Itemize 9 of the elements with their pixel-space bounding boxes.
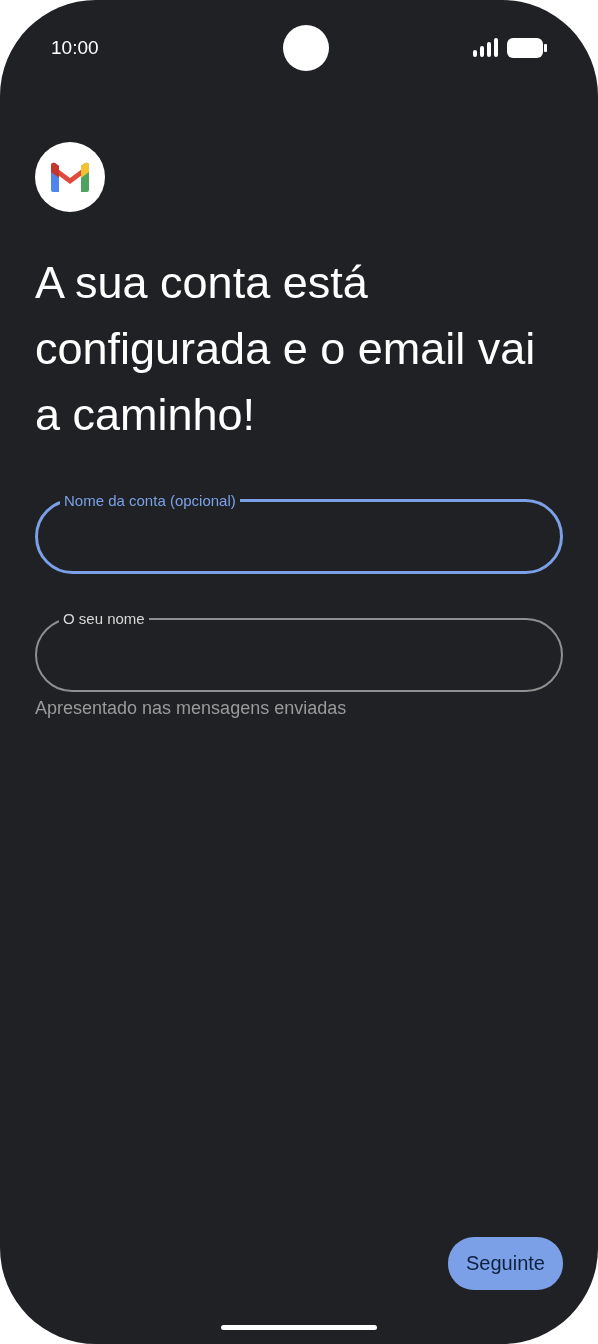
camera-cutout: [282, 25, 329, 71]
status-time: 10:00: [51, 37, 99, 59]
helper-text: Apresentado nas mensagens enviadas: [35, 698, 348, 719]
home-indicator[interactable]: [221, 1325, 377, 1330]
signal-icon: [473, 38, 499, 58]
next-button[interactable]: Seguinte: [448, 1237, 563, 1290]
text-field[interactable]: Nome da conta (opcional): [35, 492, 563, 574]
page-heading: A sua conta está configurada e o email vai a caminho!: [35, 256, 537, 442]
battery-icon: [507, 38, 547, 58]
